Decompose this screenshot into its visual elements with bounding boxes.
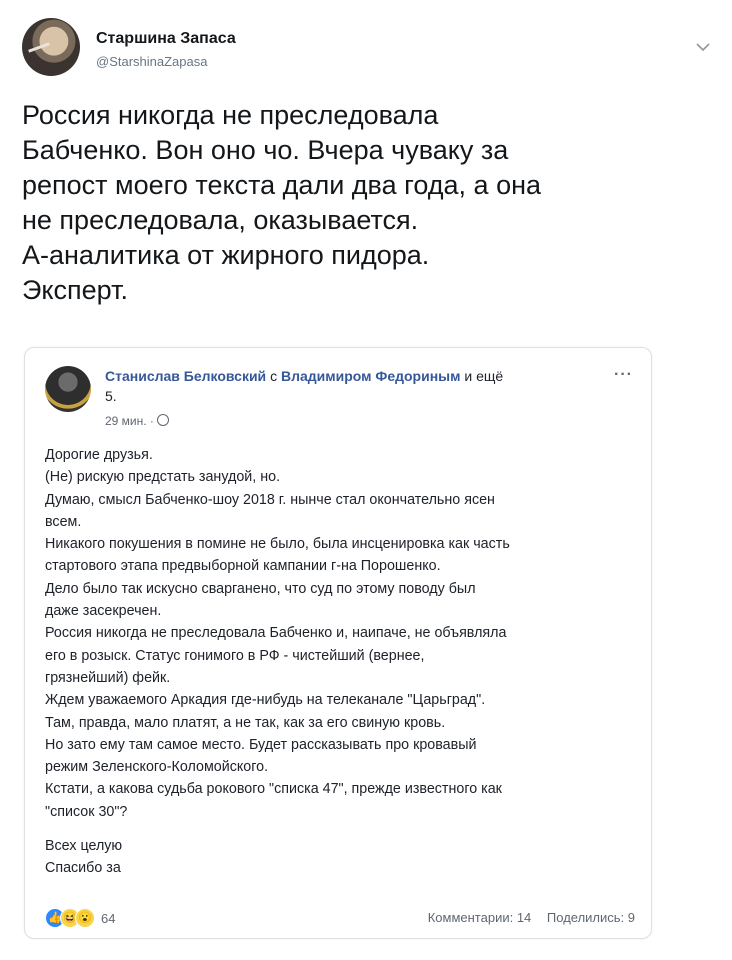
fb-body-line: Кстати, а какова судьба рокового "списка… — [45, 781, 502, 798]
fb-closing-line: Всех целую — [45, 838, 123, 855]
fb-body-line: Там, правда, мало платят, а не так, как … — [45, 714, 446, 731]
embedded-facebook-post: Станислав Белковский с Владимиром Федори… — [24, 347, 652, 939]
fb-author-name[interactable]: Станислав Белковский — [105, 368, 266, 384]
globe-icon — [156, 414, 169, 426]
fb-and-more: и ещё — [464, 368, 504, 384]
tweet-text-line: Эксперт. — [22, 275, 128, 305]
fb-body-line: Дело было так искусно сварганено, что су… — [45, 580, 476, 597]
fb-body-line: "список 30"? — [45, 803, 128, 820]
tweet-text-line: репост моего текста дали два года, а она — [22, 170, 542, 200]
tweet-handle[interactable]: @StarshinaZapasa — [96, 54, 207, 69]
tweet-text-line: не преследовала, оказывается. — [22, 205, 419, 235]
fb-body-line: Никакого покушения в помине не было, был… — [45, 536, 510, 553]
tweet-text-line: Россия никогда не преследовала — [22, 100, 439, 130]
fb-with-prefix: с — [270, 368, 278, 384]
fb-body-line: режим Зеленского-Коломойского. — [45, 759, 269, 776]
fb-author-avatar[interactable] — [45, 366, 91, 412]
fb-body-line: даже засекречен. — [45, 603, 162, 620]
fb-time-text[interactable]: 29 мин. · — [105, 414, 154, 428]
fb-body-line: всем. — [45, 513, 82, 530]
fb-body-line: Дорогие друзья. — [45, 447, 153, 463]
fb-body-line: Ждем уважаемого Аркадия где-нибудь на те… — [45, 692, 486, 709]
fb-more-count[interactable]: 5. — [105, 388, 117, 404]
tweet-display-name[interactable]: Старшина Запаса — [96, 30, 236, 48]
more-dots-icon[interactable]: ··· — [614, 366, 633, 384]
reactions-summary[interactable]: 👍 😆 😮 64 — [45, 908, 115, 928]
tweet-text-line: Бабченко. Вон оно чо. Вчера чуваку за — [22, 135, 509, 165]
fb-post-body: Дорогие друзья. (Не) рискую предстать за… — [45, 444, 635, 880]
fb-tagged-user[interactable]: Владимиром Федориным — [281, 368, 461, 384]
fb-body-line: его в розыск. Статус гонимого в РФ - чис… — [45, 647, 425, 664]
fb-post-author-line: Станислав Белковский с Владимиром Федори… — [105, 366, 605, 406]
reaction-count: 64 — [101, 910, 116, 926]
wow-icon: 😮 — [75, 908, 95, 928]
fb-body-line: Но зато ему там самое место. Будет расск… — [45, 736, 477, 753]
tweet-author-avatar[interactable] — [22, 18, 80, 76]
fb-post-time: 29 мин. · — [105, 414, 169, 428]
fb-post-stats: Комментарии: 14 Поделились: 9 — [428, 910, 635, 925]
shares-count-link[interactable]: Поделились: 9 — [547, 910, 635, 925]
fb-closing-line: Спасибо за — [45, 860, 121, 877]
fb-body-line: Думаю, смысл Бабченко-шоу 2018 г. нынче … — [45, 491, 495, 508]
fb-post-footer: 👍 😆 😮 64 Комментарии: 14 Поделились: 9 — [45, 908, 635, 930]
fb-body-line: (Не) рискую предстать занудой, но. — [45, 469, 281, 486]
fb-body-line: Россия никогда не преследовала Бабченко … — [45, 625, 507, 642]
comments-count-link[interactable]: Комментарии: 14 — [428, 910, 532, 925]
tweet-text: Россия никогда не преследовала Бабченко.… — [22, 98, 712, 308]
fb-body-line: грязнейший) фейк. — [45, 669, 171, 686]
fb-body-line: стартового этапа предвыборной кампании г… — [45, 558, 441, 575]
chevron-down-icon[interactable] — [694, 40, 712, 54]
tweet-header: Старшина Запаса @StarshinaZapasa — [22, 18, 712, 78]
tweet-text-line: А-аналитика от жирного пидора. — [22, 240, 430, 270]
